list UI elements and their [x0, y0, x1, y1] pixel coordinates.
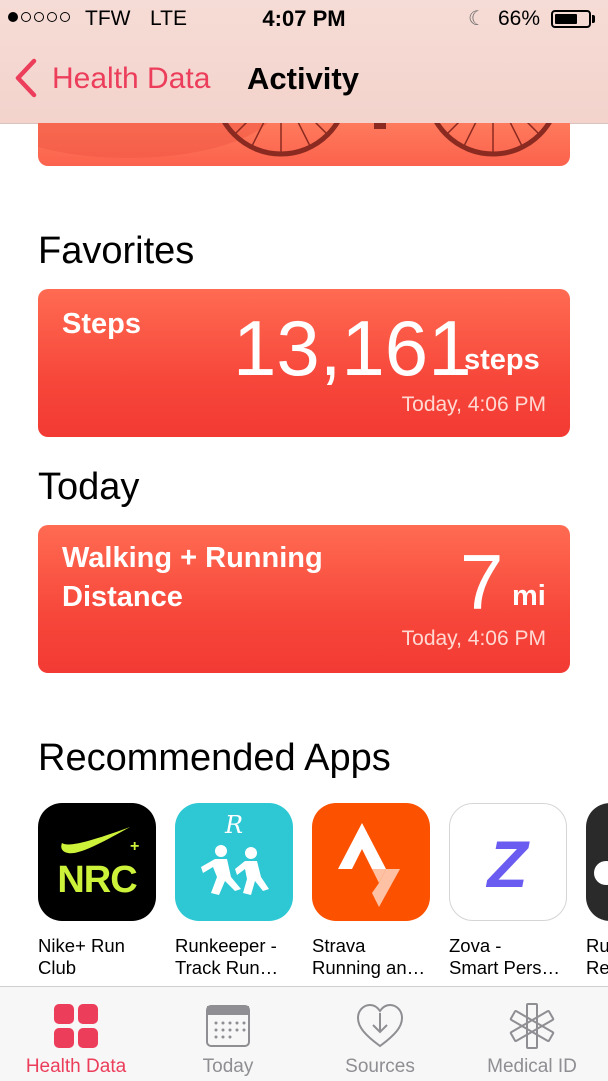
- svg-text:R: R: [224, 811, 243, 839]
- recommended-apps-heading: Recommended Apps: [38, 737, 391, 779]
- zova-icon-text: Z: [487, 827, 528, 901]
- tab-label: Today: [202, 1056, 254, 1077]
- zova-app-icon: Z: [449, 803, 567, 921]
- battery-tip: [592, 15, 595, 23]
- walking-running-distance-card[interactable]: Walking + Running Distance 7 mi Today, 4…: [38, 525, 570, 673]
- steps-card[interactable]: Steps 13,161 steps Today, 4:06 PM: [38, 289, 570, 437]
- back-button-label: Health Data: [52, 62, 211, 95]
- distance-label-line1: Walking + Running: [62, 542, 323, 574]
- app-name: Runkeeper - Track Run…: [175, 935, 293, 979]
- distance-unit: mi: [512, 580, 546, 612]
- app-name-line1: Nike+ Run: [38, 935, 125, 956]
- app-name: Nike+ Run Club: [38, 935, 156, 979]
- today-heading: Today: [38, 466, 140, 508]
- activity-header-illustration: [38, 123, 570, 166]
- runkeeper-app-icon: R: [175, 803, 293, 921]
- calendar-icon: [206, 1005, 250, 1047]
- recommended-apps-list: + NRC Nike+ Run Club R Runkeeper - Track…: [38, 803, 608, 983]
- do-not-disturb-icon: ☾: [468, 8, 486, 30]
- status-bar: TFW LTE 4:07 PM ☾ 66%: [0, 0, 608, 40]
- app-name: Strava Running an…: [312, 935, 430, 979]
- app-name-line2: Track Run…: [175, 957, 279, 978]
- tab-today[interactable]: Today: [152, 987, 304, 1081]
- app-strava[interactable]: Strava Running an…: [312, 803, 430, 979]
- app-name: Ru Re: [586, 935, 608, 979]
- top-bar: TFW LTE 4:07 PM ☾ 66% Health Data Activi…: [0, 0, 608, 124]
- tab-label: Sources: [345, 1056, 415, 1077]
- page-title: Activity: [247, 61, 359, 96]
- app-name-line2: Smart Pers…: [449, 957, 561, 978]
- heart-download-icon: [356, 1003, 404, 1048]
- partial-app-icon: [586, 803, 608, 921]
- navigation-bar: Health Data Activity: [0, 40, 608, 122]
- app-name-line2: Re: [586, 957, 608, 978]
- app-name-line2: Running an…: [312, 957, 426, 978]
- tab-medical-id[interactable]: Medical ID: [456, 987, 608, 1081]
- favorites-heading: Favorites: [38, 230, 195, 272]
- distance-card-label: Walking + Running Distance: [62, 539, 323, 617]
- health-data-grid-icon: [54, 1004, 98, 1048]
- battery-percentage: 66%: [498, 7, 541, 30]
- steps-value: 13,161: [233, 304, 472, 392]
- svg-text:+: +: [130, 838, 139, 855]
- tab-sources[interactable]: Sources: [304, 987, 456, 1081]
- chevron-left-icon: [15, 58, 37, 98]
- distance-value: 7: [460, 538, 504, 626]
- strava-app-icon: [312, 803, 430, 921]
- steps-timestamp: Today, 4:06 PM: [401, 393, 546, 416]
- nike-run-club-app-icon: + NRC: [38, 803, 156, 921]
- medical-star-icon: [509, 1003, 555, 1049]
- distance-timestamp: Today, 4:06 PM: [401, 627, 546, 650]
- app-nike-run-club[interactable]: + NRC Nike+ Run Club: [38, 803, 156, 979]
- app-name-line2: Club: [38, 957, 77, 978]
- nike-run-club-icon-text: NRC: [57, 859, 137, 901]
- app-zova[interactable]: Z Zova - Smart Pers…: [449, 803, 567, 979]
- tab-bar: Health Data Today Sources Medical ID: [0, 986, 608, 1081]
- app-name: Zova - Smart Pers…: [449, 935, 567, 979]
- battery-icon: [551, 10, 591, 28]
- steps-card-label: Steps: [62, 308, 141, 340]
- app-name-line1: Zova -: [449, 935, 502, 956]
- app-name-line1: Runkeeper -: [175, 935, 277, 956]
- steps-unit: steps: [464, 344, 540, 376]
- app-name-line1: Ru: [586, 935, 608, 956]
- app-runkeeper[interactable]: R Runkeeper - Track Run…: [175, 803, 293, 979]
- bicycle-illustration: [38, 123, 552, 158]
- tab-label: Health Data: [25, 1056, 127, 1077]
- distance-label-line2: Distance: [62, 581, 183, 613]
- app-partial[interactable]: Ru Re: [586, 803, 608, 979]
- tab-label: Medical ID: [487, 1056, 577, 1077]
- tab-health-data[interactable]: Health Data: [0, 987, 152, 1081]
- app-name-line1: Strava: [312, 935, 366, 956]
